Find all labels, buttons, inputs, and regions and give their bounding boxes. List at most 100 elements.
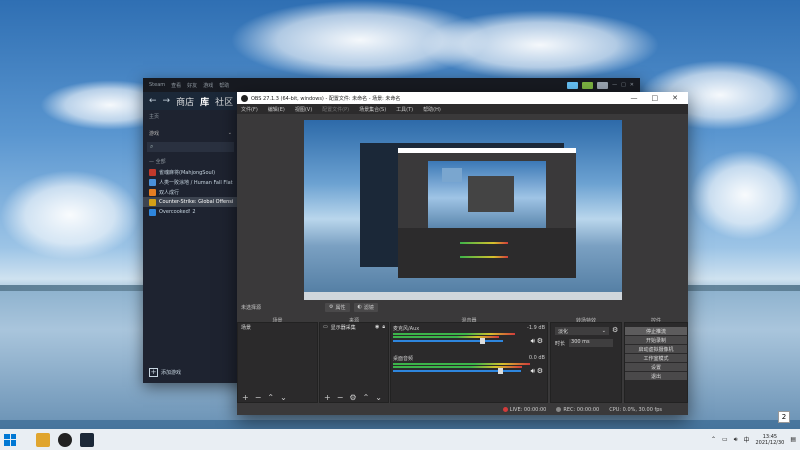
avatar[interactable] <box>597 81 609 89</box>
channel-settings-gear-icon[interactable]: ⚙ <box>537 337 543 345</box>
move-up-button[interactable]: ⌃ <box>363 393 370 402</box>
minimize-icon[interactable]: — <box>631 94 638 102</box>
obs-preview[interactable] <box>304 120 622 300</box>
menu-help[interactable]: 帮助(H) <box>423 106 441 113</box>
notification-badge[interactable]: 2 <box>778 411 790 423</box>
speaker-icon[interactable]: 🔊︎ <box>734 436 738 444</box>
clock-date: 2021/12/30 <box>755 439 785 446</box>
network-icon[interactable]: ▭ <box>722 436 728 443</box>
obs-titlebar[interactable]: OBS 27.1.3 (64-bit, windows) - 配置文件: 未命名… <box>237 92 688 104</box>
notification-icon[interactable] <box>582 81 594 89</box>
library-game[interactable]: 雀魂麻将(MahjongSoul) <box>143 167 238 177</box>
windows-start-icon[interactable] <box>4 433 16 446</box>
add-scene-button[interactable]: + <box>242 393 249 402</box>
channel-db: 0.0 dB <box>528 355 545 361</box>
volume-slider[interactable] <box>393 368 521 374</box>
file-explorer-icon[interactable] <box>36 432 50 447</box>
library-game[interactable]: 人类一败涂地 / Human Fall Flat <box>143 177 238 187</box>
steam-app-icon[interactable] <box>80 432 94 447</box>
obs-window[interactable]: OBS 27.1.3 (64-bit, windows) - 配置文件: 未命名… <box>237 92 688 415</box>
steam-menu-item[interactable]: 帮助 <box>219 82 229 89</box>
channel-settings-gear-icon[interactable]: ⚙ <box>537 367 543 375</box>
close-icon[interactable]: ✕ <box>630 82 634 88</box>
preview-nested-preview <box>428 161 546 228</box>
preview-taskbar <box>304 292 622 300</box>
stop-streaming-button[interactable]: 停止推流 <box>625 327 687 335</box>
maximize-icon[interactable]: □ <box>652 94 659 102</box>
steam-menu-item[interactable]: 查看 <box>171 82 181 89</box>
clock[interactable]: 13:45 2021/12/30 <box>756 434 785 446</box>
settings-button[interactable]: 设置 <box>625 363 687 371</box>
preview-nested-steam <box>442 168 462 182</box>
transition-select[interactable]: 淡化 ⌄ <box>555 327 609 335</box>
nav-store[interactable]: 商店 <box>176 95 194 108</box>
library-filter[interactable]: 游戏 ⌄ <box>147 128 234 138</box>
menu-view[interactable]: 视图(V) <box>295 106 312 113</box>
steam-menu-item[interactable]: Steam <box>149 82 165 88</box>
library-game[interactable]: Overcooked! 2 <box>143 207 238 217</box>
move-down-button[interactable]: ⌄ <box>375 393 382 402</box>
menu-profile[interactable]: 配置文件(P) <box>322 106 349 113</box>
minimize-icon[interactable]: — <box>612 82 617 88</box>
mute-speaker-icon[interactable]: 🔊︎ <box>531 337 535 346</box>
obs-app-icon[interactable] <box>58 432 72 447</box>
volume-slider-knob[interactable] <box>480 338 485 344</box>
remove-source-button[interactable]: − <box>337 393 344 402</box>
chevron-up-icon[interactable]: ⌃ <box>711 436 716 443</box>
mute-speaker-icon[interactable]: 🔊︎ <box>531 367 535 376</box>
controls-dock: 停止推流 开始录制 启动虚拟摄像机 工作室模式 设置 退出 <box>624 322 688 403</box>
game-icon <box>149 178 156 186</box>
steam-menu-item[interactable]: 游戏 <box>203 82 213 89</box>
exit-button[interactable]: 退出 <box>625 372 687 380</box>
duration-input[interactable]: 300 ms <box>569 339 614 347</box>
steam-titlebar[interactable]: Steam 查看 好友 游戏 帮助 — □ ✕ <box>143 78 640 92</box>
maximize-icon[interactable]: □ <box>621 82 626 88</box>
ime-indicator[interactable]: 中 <box>743 435 749 444</box>
notification-center-icon[interactable]: ▤ <box>790 436 796 443</box>
scene-item[interactable]: 场景 <box>238 323 317 331</box>
filters-button[interactable]: ◐ 滤镜 <box>353 302 378 312</box>
channel-db: -1.9 dB <box>527 325 545 331</box>
move-up-button[interactable]: ⌃ <box>267 393 274 402</box>
transition-settings-gear-icon[interactable]: ⚙ <box>612 326 618 334</box>
menu-edit[interactable]: 编辑(E) <box>268 106 285 113</box>
library-search[interactable]: ⌕ <box>147 142 234 152</box>
channel-name: 麦克风/Aux <box>393 326 420 332</box>
eye-icon[interactable]: ◉ <box>375 324 379 330</box>
live-status-text: LIVE: 00:00:00 <box>509 407 547 413</box>
close-icon[interactable]: ✕ <box>672 94 678 102</box>
steam-menu-item[interactable]: 好友 <box>187 82 197 89</box>
add-game-button[interactable]: + 添加游戏 <box>149 368 181 377</box>
nav-library[interactable]: 库 <box>200 95 209 108</box>
menu-file[interactable]: 文件(F) <box>241 106 258 113</box>
source-settings-button[interactable]: ⚙ <box>349 393 356 402</box>
cloud <box>690 150 800 240</box>
library-game-selected[interactable]: Counter-Strike: Global Offensi <box>143 197 238 207</box>
library-home[interactable]: 主页 <box>143 110 238 122</box>
broadcast-icon[interactable] <box>567 81 579 89</box>
start-recording-button[interactable]: 开始录制 <box>625 336 687 344</box>
library-section-all[interactable]: — 全部 <box>143 156 238 167</box>
library-filter-label: 游戏 <box>149 131 160 137</box>
move-down-button[interactable]: ⌄ <box>280 393 287 402</box>
sources-dock: ▭ 显示器采集 ◉ 🔒︎ + − ⚙ ⌃ ⌄ <box>319 322 389 403</box>
start-virtual-camera-button[interactable]: 启动虚拟摄像机 <box>625 345 687 353</box>
nav-community[interactable]: 社区 <box>215 95 233 108</box>
channel-name: 桌面音频 <box>393 356 414 362</box>
source-item[interactable]: ▭ 显示器采集 ◉ 🔒︎ <box>320 323 388 331</box>
menu-tools[interactable]: 工具(T) <box>396 106 413 113</box>
add-source-button[interactable]: + <box>324 393 331 402</box>
properties-button[interactable]: ⚙ 属性 <box>325 302 350 312</box>
library-game[interactable]: 双人成行 <box>143 187 238 197</box>
volume-slider[interactable] <box>393 338 503 344</box>
live-status: LIVE: 00:00:00 <box>502 407 547 413</box>
forward-arrow-icon[interactable]: → <box>163 96 171 106</box>
back-arrow-icon[interactable]: ← <box>149 96 157 106</box>
volume-slider-knob[interactable] <box>498 368 503 374</box>
transitions-dock: 淡化 ⌄ ⚙ 时长 300 ms <box>550 322 622 403</box>
remove-scene-button[interactable]: − <box>255 393 262 402</box>
menu-scene-collection[interactable]: 场景集合(S) <box>359 106 386 113</box>
system-tray: ⌃ ▭ 🔊︎ 中 13:45 2021/12/30 ▤ <box>711 434 796 446</box>
lock-icon[interactable]: 🔒︎ <box>382 324 385 330</box>
studio-mode-button[interactable]: 工作室模式 <box>625 354 687 362</box>
